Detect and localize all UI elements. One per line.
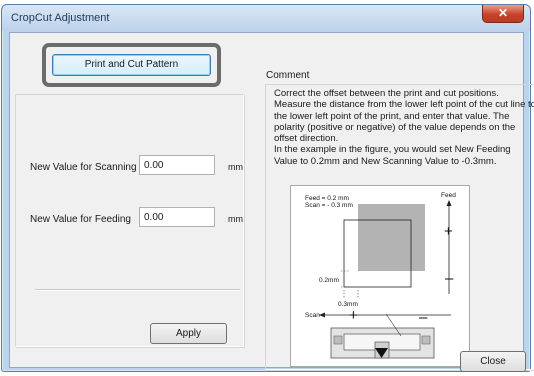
apply-button[interactable]: Apply <box>150 323 227 344</box>
scan-axis-label: Scan <box>305 312 320 319</box>
feed-axis-label: Feed <box>441 192 456 199</box>
scanning-label: New Value for Scanning <box>30 162 137 173</box>
comment-panel: Correct the offset between the print and… <box>265 84 534 370</box>
window-title: CropCut Adjustment <box>11 12 110 24</box>
scan-plus-sign: + <box>349 307 358 324</box>
scan-minus-sign: – <box>419 309 428 326</box>
dialog-window: CropCut Adjustment ✕ Print and Cut Patte… <box>1 4 534 372</box>
feed-plus-sign: + <box>444 223 453 240</box>
feeding-unit: mm <box>228 214 243 224</box>
comment-title: Comment <box>266 70 310 81</box>
title-bar[interactable]: CropCut Adjustment ✕ <box>2 5 530 31</box>
dialog-client-area: Print and Cut Pattern New Value for Scan… <box>9 32 534 372</box>
feed-minus-sign: – <box>445 270 454 287</box>
feeding-value-input[interactable] <box>139 207 215 227</box>
print-area <box>358 204 425 271</box>
figure-feed-value: Feed = 0.2 mm <box>305 195 349 202</box>
offset-diagram: Feed = 0.2 mm Scan = - 0.3 mm Feed + – 0… <box>305 192 456 359</box>
pattern-button-highlight: Print and Cut Pattern <box>42 43 221 87</box>
close-icon: ✕ <box>497 6 509 20</box>
close-button[interactable]: Close <box>460 351 526 372</box>
feed-offset-label: 0.2mm <box>319 277 339 284</box>
scanning-value-input[interactable] <box>139 155 215 175</box>
scanning-unit: mm <box>228 162 243 172</box>
comment-text: Correct the offset between the print and… <box>274 88 534 167</box>
feed-arrow-icon <box>446 200 452 206</box>
window-close-button[interactable]: ✕ <box>482 5 524 23</box>
feeding-label: New Value for Feeding <box>30 214 131 225</box>
print-and-cut-pattern-button[interactable]: Print and Cut Pattern <box>52 54 211 76</box>
scan-arrow-icon <box>319 312 325 318</box>
offset-illustration: Feed = 0.2 mm Scan = - 0.3 mm Feed + – 0… <box>290 185 470 367</box>
figure-scan-value: Scan = - 0.3 mm <box>305 202 353 209</box>
separator-line <box>35 289 240 291</box>
